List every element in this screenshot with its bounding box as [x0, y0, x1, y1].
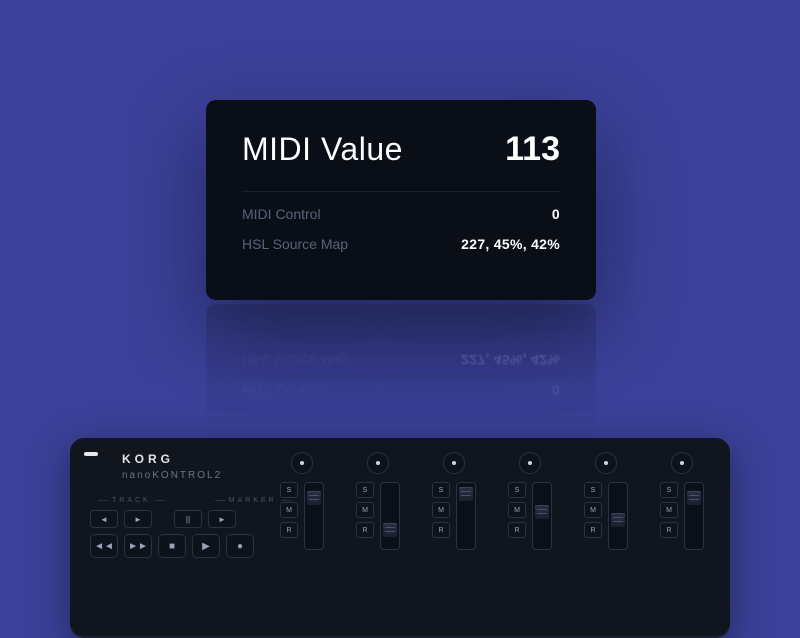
solo-button[interactable]: S: [432, 482, 450, 498]
midi-display-card: MIDI Value 113 MIDI Control 0 HSL Source…: [206, 100, 596, 300]
fader-track[interactable]: [532, 482, 552, 550]
rewind-button[interactable]: ◄◄: [90, 534, 118, 558]
midi-value-number: 113: [505, 130, 560, 169]
fader-cap[interactable]: [687, 491, 701, 505]
nav-button-row: ◄ ► || ►: [90, 510, 264, 528]
channel-strip: S M R: [568, 452, 644, 638]
fader-cap[interactable]: [535, 505, 549, 519]
fast-forward-button[interactable]: ►►: [124, 534, 152, 558]
fader-cap[interactable]: [611, 513, 625, 527]
fader-cap[interactable]: [307, 491, 321, 505]
track-prev-button[interactable]: ◄: [90, 510, 118, 528]
channel-strip: S M R: [492, 452, 568, 638]
midi-control-row: MIDI Control 0: [242, 206, 560, 222]
hsl-source-value: 227, 45%, 42%: [461, 236, 560, 252]
hsl-source-row: HSL Source Map 227, 45%, 42%: [242, 236, 560, 252]
channel-knob[interactable]: [595, 452, 617, 474]
solo-button[interactable]: S: [508, 482, 526, 498]
transport-row: ◄◄ ►► ■ ▶ ●: [90, 534, 264, 558]
rec-button[interactable]: R: [356, 522, 374, 538]
solo-button[interactable]: S: [280, 482, 298, 498]
fader-track[interactable]: [608, 482, 628, 550]
rec-button[interactable]: R: [584, 522, 602, 538]
brand-label: KORG: [122, 452, 264, 466]
fader-track[interactable]: [684, 482, 704, 550]
fader-cap[interactable]: [383, 523, 397, 537]
mute-button[interactable]: M: [356, 502, 374, 518]
fader-track[interactable]: [304, 482, 324, 550]
midi-value-row: MIDI Value 113: [242, 130, 560, 192]
channel-knob[interactable]: [671, 452, 693, 474]
channel-knob[interactable]: [519, 452, 541, 474]
mute-button[interactable]: M: [584, 502, 602, 518]
mute-button[interactable]: M: [508, 502, 526, 518]
fader-track[interactable]: [456, 482, 476, 550]
model-label: nanoKONTROL2: [122, 470, 264, 481]
fader-track[interactable]: [380, 482, 400, 550]
channel-strip: S M R: [340, 452, 416, 638]
channel-strip: S M R: [416, 452, 492, 638]
mute-button[interactable]: M: [660, 502, 678, 518]
track-next-button[interactable]: ►: [124, 510, 152, 528]
stop-button[interactable]: ■: [158, 534, 186, 558]
mute-button[interactable]: M: [280, 502, 298, 518]
channel-knob[interactable]: [291, 452, 313, 474]
rec-button[interactable]: R: [280, 522, 298, 538]
channel-strip: S M R: [264, 452, 340, 638]
play-button[interactable]: ▶: [192, 534, 220, 558]
power-led: [84, 452, 98, 456]
marker-set-button[interactable]: ►: [208, 510, 236, 528]
rec-button[interactable]: R: [508, 522, 526, 538]
record-button[interactable]: ●: [226, 534, 254, 558]
midi-control-label: MIDI Control: [242, 206, 321, 222]
midi-controller: KORG nanoKONTROL2 TRACK MARKER ◄ ► || ► …: [70, 438, 730, 638]
track-section-label: TRACK: [98, 497, 165, 504]
channel-knob[interactable]: [443, 452, 465, 474]
mute-button[interactable]: M: [432, 502, 450, 518]
solo-button[interactable]: S: [660, 482, 678, 498]
solo-button[interactable]: S: [356, 482, 374, 498]
rec-button[interactable]: R: [432, 522, 450, 538]
cycle-button[interactable]: ||: [174, 510, 202, 528]
fader-cap[interactable]: [459, 487, 473, 501]
rec-button[interactable]: R: [660, 522, 678, 538]
midi-value-label: MIDI Value: [242, 131, 403, 168]
solo-button[interactable]: S: [584, 482, 602, 498]
hsl-source-label: HSL Source Map: [242, 236, 348, 252]
channel-strip: S M R: [644, 452, 720, 638]
midi-control-value: 0: [552, 206, 560, 222]
channel-knob[interactable]: [367, 452, 389, 474]
